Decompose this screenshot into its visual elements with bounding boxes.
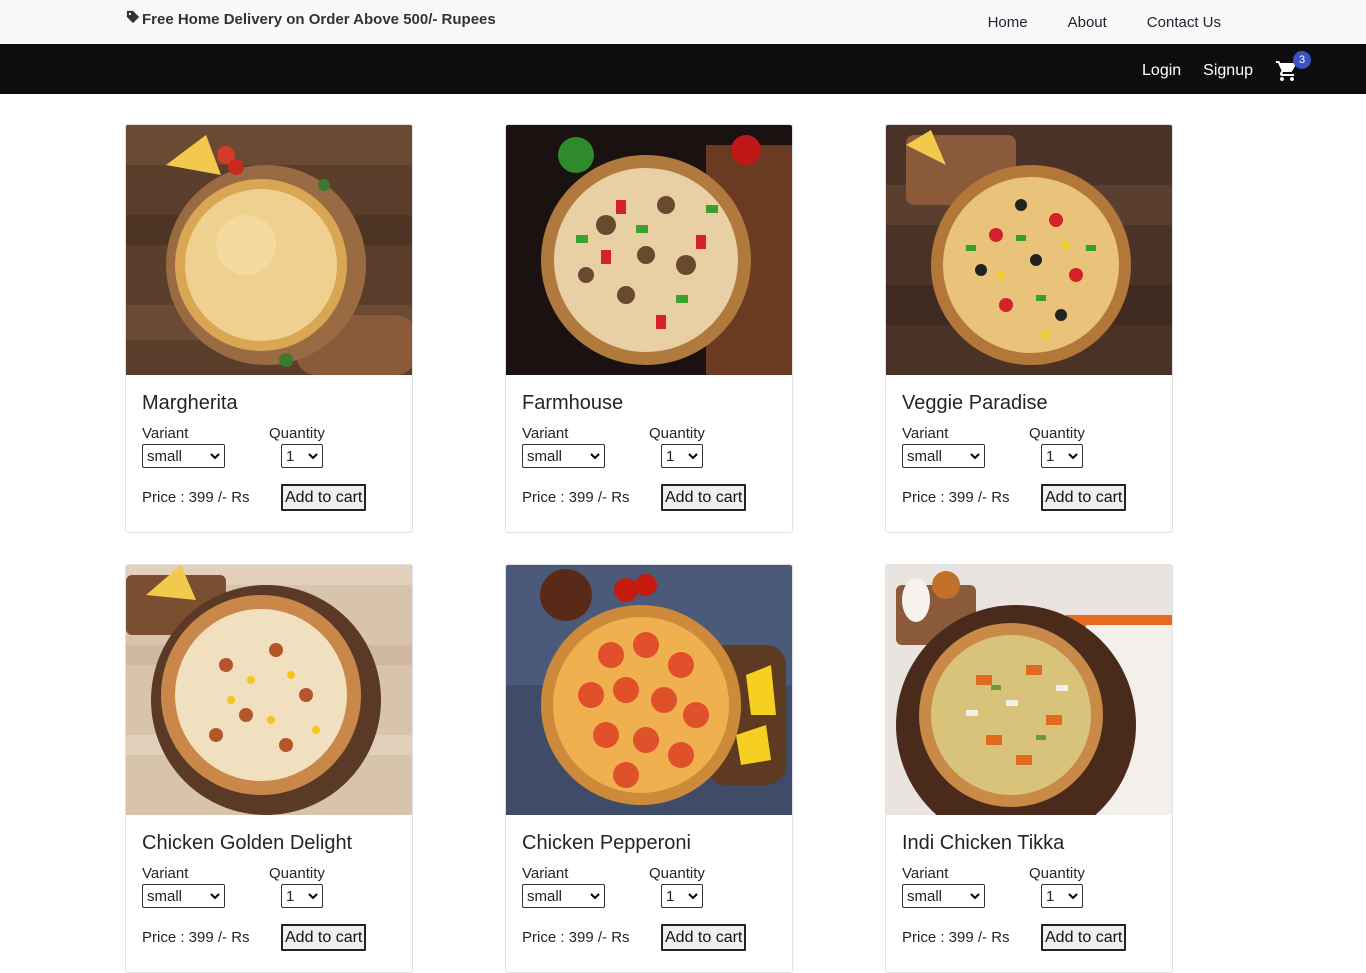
auth-nav: Login Signup 3 [1142,51,1311,83]
quantity-select[interactable]: 1 [1041,444,1083,468]
add-to-cart-button[interactable]: Add to cart [1041,484,1127,511]
quantity-value: 1 [666,447,675,465]
product-name: Farmhouse [522,392,624,414]
quantity-label: Quantity [649,865,705,882]
variant-value: small [527,887,563,905]
quantity-value: 1 [286,447,295,465]
chevron-down-icon [688,452,698,459]
chevron-down-icon [210,452,220,459]
add-to-cart-button[interactable]: Add to cart [281,484,367,511]
top-nav: Home About Contact Us [988,14,1221,31]
pizza-image [506,565,792,815]
product-card: Indi Chicken Tikka Variant Quantity smal… [885,564,1173,973]
quantity-label: Quantity [649,425,705,442]
product-card: Chicken Pepperoni Variant Quantity small… [505,564,793,973]
product-price: Price : 399 /- Rs [522,489,630,506]
promo-text: Free Home Delivery on Order Above 500/- … [142,10,496,28]
variant-select[interactable]: small [142,884,225,908]
chevron-down-icon [308,452,318,459]
product-name: Veggie Paradise [902,392,1048,414]
variant-label: Variant [522,425,569,442]
product-price: Price : 399 /- Rs [142,489,250,506]
chevron-down-icon [590,892,600,899]
variant-label: Variant [522,865,569,882]
add-to-cart-button[interactable]: Add to cart [281,924,367,951]
nav-contact-link[interactable]: Contact Us [1147,14,1221,31]
chevron-down-icon [970,892,980,899]
cart-button[interactable]: 3 [1275,51,1311,83]
product-price: Price : 399 /- Rs [522,929,630,946]
variant-select[interactable]: small [902,444,985,468]
add-to-cart-button[interactable]: Add to cart [661,924,747,951]
variant-label: Variant [902,865,949,882]
quantity-label: Quantity [1029,865,1085,882]
product-price: Price : 399 /- Rs [902,489,1010,506]
add-to-cart-button[interactable]: Add to cart [1041,924,1127,951]
variant-value: small [147,447,183,465]
quantity-value: 1 [1046,447,1055,465]
product-card: Veggie Paradise Variant Quantity small 1… [885,124,1173,533]
chevron-down-icon [688,892,698,899]
chevron-down-icon [970,452,980,459]
variant-select[interactable]: small [902,884,985,908]
pizza-image [886,565,1172,815]
variant-value: small [907,447,943,465]
variant-label: Variant [142,865,189,882]
add-to-cart-button[interactable]: Add to cart [661,484,747,511]
chevron-down-icon [210,892,220,899]
pizza-image [506,125,792,375]
quantity-select[interactable]: 1 [281,444,323,468]
quantity-label: Quantity [269,865,325,882]
variant-label: Variant [142,425,189,442]
promo-banner: Free Home Delivery on Order Above 500/- … [126,10,496,28]
quantity-select[interactable]: 1 [661,444,703,468]
product-grid: Margherita Variant Quantity small 1 Pric… [125,124,1173,973]
chevron-down-icon [1068,892,1078,899]
quantity-value: 1 [666,887,675,905]
chevron-down-icon [308,892,318,899]
top-bar: Free Home Delivery on Order Above 500/- … [0,0,1366,44]
nav-home-link[interactable]: Home [988,14,1028,31]
quantity-label: Quantity [269,425,325,442]
pizza-image [886,125,1172,375]
nav-about-link[interactable]: About [1068,14,1107,31]
variant-select[interactable]: small [522,444,605,468]
quantity-value: 1 [1046,887,1055,905]
product-price: Price : 399 /- Rs [142,929,250,946]
product-name: Chicken Pepperoni [522,832,691,854]
product-card: Chicken Golden Delight Variant Quantity … [125,564,413,973]
variant-value: small [147,887,183,905]
variant-value: small [527,447,563,465]
cart-count-badge: 3 [1293,51,1311,69]
pizza-image [126,565,412,815]
product-price: Price : 399 /- Rs [902,929,1010,946]
product-name: Chicken Golden Delight [142,832,353,854]
variant-label: Variant [902,425,949,442]
main-navbar: Login Signup 3 [0,44,1366,94]
product-card: Margherita Variant Quantity small 1 Pric… [125,124,413,533]
chevron-down-icon [1068,452,1078,459]
quantity-value: 1 [286,887,295,905]
quantity-select[interactable]: 1 [1041,884,1083,908]
product-card: Farmhouse Variant Quantity small 1 Price… [505,124,793,533]
pizza-image [126,125,412,375]
quantity-select[interactable]: 1 [281,884,323,908]
tag-icon [126,10,140,28]
chevron-down-icon [590,452,600,459]
variant-select[interactable]: small [522,884,605,908]
variant-value: small [907,887,943,905]
product-name: Indi Chicken Tikka [902,832,1065,854]
quantity-label: Quantity [1029,425,1085,442]
quantity-select[interactable]: 1 [661,884,703,908]
variant-select[interactable]: small [142,444,225,468]
login-link[interactable]: Login [1142,62,1181,80]
signup-link[interactable]: Signup [1203,62,1253,80]
product-name: Margherita [142,392,238,414]
